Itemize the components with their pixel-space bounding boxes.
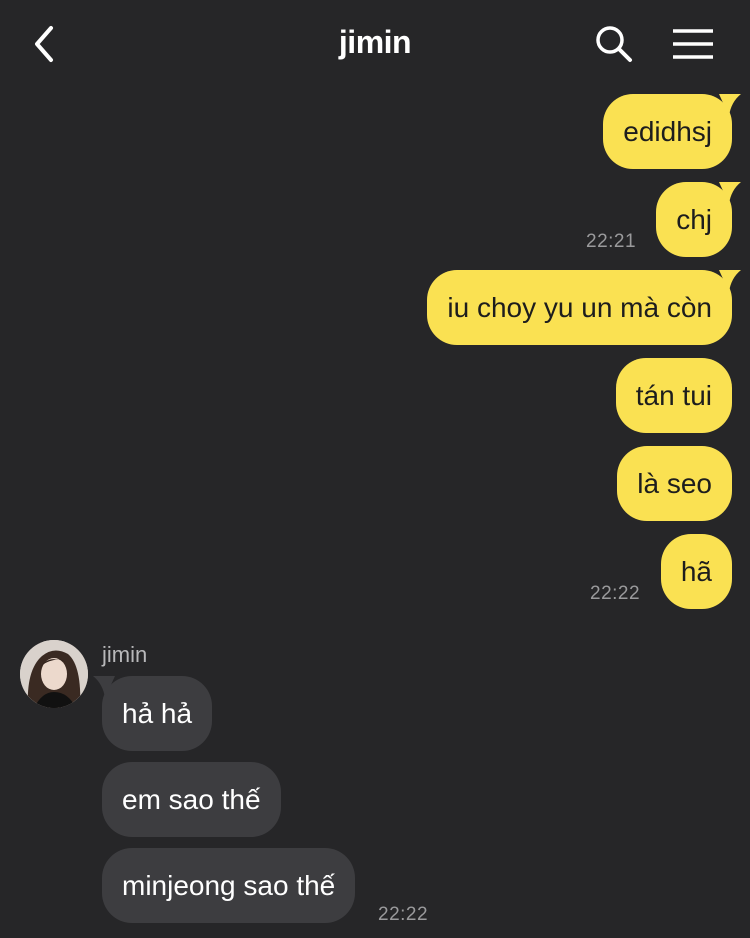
message-text: chj xyxy=(676,204,712,235)
incoming-message[interactable]: em sao thế xyxy=(102,762,281,837)
message-timestamp: 22:22 xyxy=(590,583,641,604)
bubble-tail xyxy=(93,676,115,698)
message-text: hả hả xyxy=(122,698,193,729)
outgoing-message[interactable]: chj xyxy=(656,182,741,257)
sender-avatar[interactable] xyxy=(20,640,88,708)
message-text: hã xyxy=(680,556,712,587)
chat-title: jimin xyxy=(338,24,412,60)
message-text: edidhsj xyxy=(623,116,712,147)
incoming-message[interactable]: minjeong sao thế xyxy=(102,848,356,923)
outgoing-message[interactable]: là seo xyxy=(617,446,732,521)
chat-header: jimin xyxy=(0,0,750,88)
menu-button[interactable] xyxy=(670,22,716,66)
outgoing-message[interactable]: edidhsj xyxy=(603,94,741,169)
sender-name: jimin xyxy=(102,642,148,667)
message-text: minjeong sao thế xyxy=(122,870,336,901)
search-button[interactable] xyxy=(592,22,636,66)
message-text: em sao thế xyxy=(122,784,261,815)
bubble-tail xyxy=(719,270,741,292)
incoming-message[interactable]: hả hả xyxy=(93,676,213,751)
outgoing-message[interactable]: hã xyxy=(660,534,732,609)
message-text: iu choy yu un mà còn xyxy=(447,292,712,323)
avatar-photo xyxy=(20,640,88,708)
message-text: là seo xyxy=(637,468,712,499)
bubble-tail xyxy=(719,182,741,204)
hamburger-menu-icon xyxy=(673,29,713,59)
outgoing-message[interactable]: iu choy yu un mà còn xyxy=(427,270,741,345)
message-timestamp: 22:21 xyxy=(586,231,637,252)
outgoing-message[interactable]: tán tui xyxy=(615,358,732,433)
bubble-tail xyxy=(719,94,741,116)
message-text: tán tui xyxy=(635,380,712,411)
search-icon xyxy=(596,26,632,62)
message-timestamp: 22:22 xyxy=(378,904,429,925)
